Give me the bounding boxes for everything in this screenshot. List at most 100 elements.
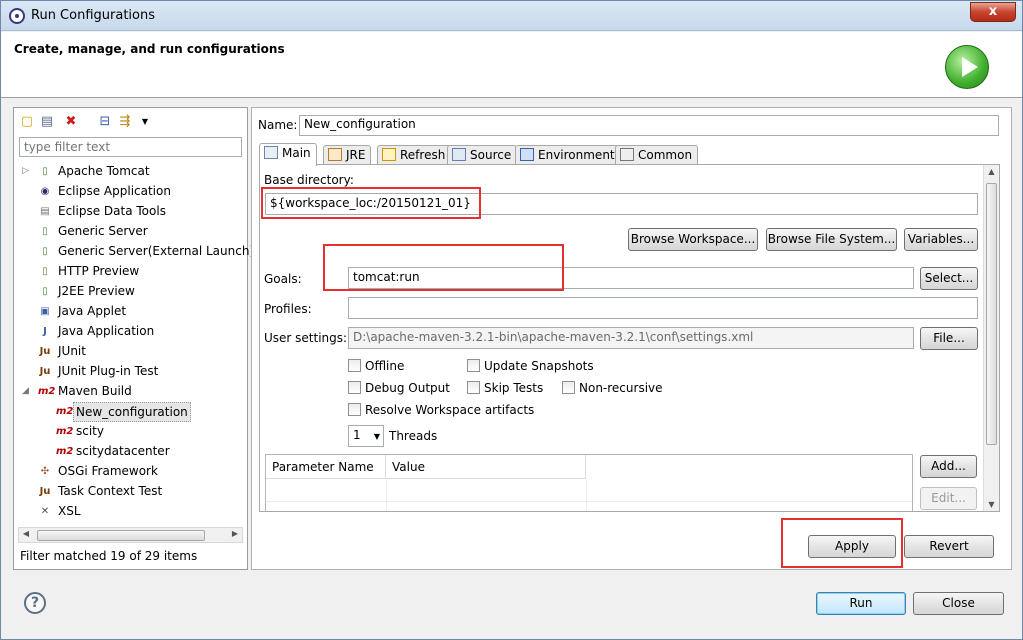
file-button[interactable]: File... <box>920 327 978 350</box>
tree-item[interactable]: ▯ Generic Server <box>22 222 244 242</box>
tab-jre-label: JRE <box>346 148 366 162</box>
parameters-table[interactable]: Parameter Name Value <box>265 454 913 511</box>
collapsed-chevron-icon[interactable]: ▷ <box>22 162 32 180</box>
tree-item[interactable]: Ju Task Context Test <box>22 482 244 502</box>
collapse-all-icon[interactable]: ⊟ <box>98 114 112 129</box>
run-icon <box>945 45 989 89</box>
tab-source[interactable]: Source <box>447 145 518 165</box>
tree-item-label: scitydatacenter <box>76 444 170 458</box>
help-icon[interactable]: ? <box>24 592 46 614</box>
tree-item[interactable]: J Java Application <box>22 322 244 342</box>
tree-item-label: J2EE Preview <box>58 284 135 298</box>
filter-config-icon[interactable]: ⇶ <box>118 114 132 129</box>
tab-jre[interactable]: JRE <box>323 145 372 165</box>
duplicate-config-icon[interactable]: ▤ <box>40 114 54 129</box>
debug-output-checkbox[interactable]: Debug Output <box>348 381 450 395</box>
scroll-right-icon[interactable]: ▶ <box>228 529 242 538</box>
variables-button[interactable]: Variables... <box>904 228 978 251</box>
server-icon: ▯ <box>42 266 48 277</box>
vertical-scrollbar[interactable]: ▲ ▼ <box>983 165 999 511</box>
update-snapshots-label: Update Snapshots <box>484 359 594 373</box>
view-menu-chevron-icon[interactable]: ▼ <box>138 114 152 129</box>
non-recursive-checkbox[interactable]: Non-recursive <box>562 381 663 395</box>
revert-button[interactable]: Revert <box>904 535 994 558</box>
base-directory-input[interactable]: ${workspace_loc:/20150121_01} <box>265 193 978 215</box>
goals-input[interactable]: tomcat:run <box>348 267 914 289</box>
offline-checkbox[interactable]: Offline <box>348 359 404 373</box>
main-tab-content: Base directory: ${workspace_loc:/2015012… <box>259 164 1000 512</box>
tree-item[interactable]: ▤ Eclipse Data Tools <box>22 202 244 222</box>
tree-item[interactable]: ◉ Eclipse Application <box>22 182 244 202</box>
maven-icon: m2 <box>56 426 74 437</box>
tree-item[interactable]: ▯ HTTP Preview <box>22 262 244 282</box>
window-close-button[interactable]: x <box>970 2 1016 22</box>
skip-tests-checkbox[interactable]: Skip Tests <box>467 381 543 395</box>
tree-item[interactable]: ▣ Java Applet <box>22 302 244 322</box>
tab-main-label: Main <box>282 146 311 160</box>
tree-item[interactable]: Ju JUnit <box>22 342 244 362</box>
chevron-down-icon: ▼ <box>373 432 380 441</box>
threads-select[interactable]: 1 ▼ <box>348 425 384 447</box>
profiles-input[interactable] <box>348 297 978 319</box>
tree-item[interactable]: m2 scitydatacenter <box>22 442 244 462</box>
skip-tests-label: Skip Tests <box>484 381 544 395</box>
tree-item[interactable]: ✕ XSL <box>22 502 244 522</box>
tree-item[interactable]: m2 New_configuration <box>22 402 244 422</box>
base-directory-label: Base directory: <box>264 173 354 187</box>
jre-tab-icon <box>328 148 342 161</box>
column-divider <box>386 479 387 511</box>
tree-item[interactable]: ✣ OSGi Framework <box>22 462 244 482</box>
environment-tab-icon <box>520 148 534 161</box>
dialog-banner: Create, manage, and run configurations <box>1 32 1022 98</box>
eclipse-icon <box>9 8 25 24</box>
tree-item-label: OSGi Framework <box>58 464 158 478</box>
config-toolbar: ▢ ▤ ✖ ⊟ ⇶ ▼ <box>18 111 238 133</box>
user-settings-input[interactable]: D:\apache-maven-3.2.1-bin\apache-maven-3… <box>348 327 914 349</box>
scroll-up-icon[interactable]: ▲ <box>984 167 999 176</box>
add-parameter-button[interactable]: Add... <box>920 455 977 478</box>
maven-icon: m2 <box>56 446 74 457</box>
applet-icon: ▣ <box>40 306 50 317</box>
tree-item-label: JUnit <box>58 344 86 358</box>
java-app-icon: J <box>43 326 47 337</box>
delete-config-icon[interactable]: ✖ <box>64 114 78 129</box>
tab-common[interactable]: Common <box>615 145 699 165</box>
tab-refresh[interactable]: Refresh <box>377 145 452 165</box>
tab-common-label: Common <box>638 148 693 162</box>
new-config-icon[interactable]: ▢ <box>20 114 34 129</box>
checkbox-box <box>562 381 575 394</box>
scroll-thumb[interactable] <box>37 530 205 541</box>
scroll-down-icon[interactable]: ▼ <box>984 500 999 509</box>
name-input[interactable]: New_configuration <box>299 115 999 136</box>
tree-item[interactable]: ▯ J2EE Preview <box>22 282 244 302</box>
select-goals-button[interactable]: Select... <box>920 267 978 290</box>
update-snapshots-checkbox[interactable]: Update Snapshots <box>467 359 594 373</box>
close-button[interactable]: Close <box>913 592 1004 615</box>
value-header[interactable]: Value <box>386 455 586 479</box>
run-button[interactable]: Run <box>816 592 906 615</box>
resolve-workspace-checkbox[interactable]: Resolve Workspace artifacts <box>348 403 534 417</box>
maven-icon: m2 <box>56 406 74 417</box>
checkbox-box <box>348 359 361 372</box>
tab-main[interactable]: Main <box>259 143 317 166</box>
tree-item[interactable]: Ju JUnit Plug-in Test <box>22 362 244 382</box>
tree-item[interactable]: m2 scity <box>22 422 244 442</box>
browse-workspace-button[interactable]: Browse Workspace... <box>628 228 758 251</box>
browse-file-system-button[interactable]: Browse File System... <box>766 228 897 251</box>
tree-item[interactable]: ▯ Generic Server(External Launch) <box>22 242 254 262</box>
checkbox-box <box>467 381 480 394</box>
junit-plugin-icon: Ju <box>39 366 51 377</box>
tab-environment[interactable]: Environment <box>515 145 621 165</box>
tree-item[interactable]: ◢ m2 Maven Build <box>22 382 244 402</box>
scroll-thumb[interactable] <box>986 183 997 445</box>
horizontal-scrollbar[interactable]: ◀ ▶ <box>18 527 243 543</box>
refresh-tab-icon <box>382 148 396 161</box>
edit-parameter-button: Edit... <box>920 487 977 510</box>
scroll-left-icon[interactable]: ◀ <box>19 529 33 538</box>
parameter-name-header[interactable]: Parameter Name <box>266 455 386 479</box>
tree-item[interactable]: ▷ ▯ Apache Tomcat <box>22 162 244 182</box>
filter-input[interactable] <box>19 137 242 157</box>
expanded-chevron-icon[interactable]: ◢ <box>22 382 32 400</box>
apply-button[interactable]: Apply <box>808 535 896 558</box>
threads-label: Threads <box>389 429 438 443</box>
